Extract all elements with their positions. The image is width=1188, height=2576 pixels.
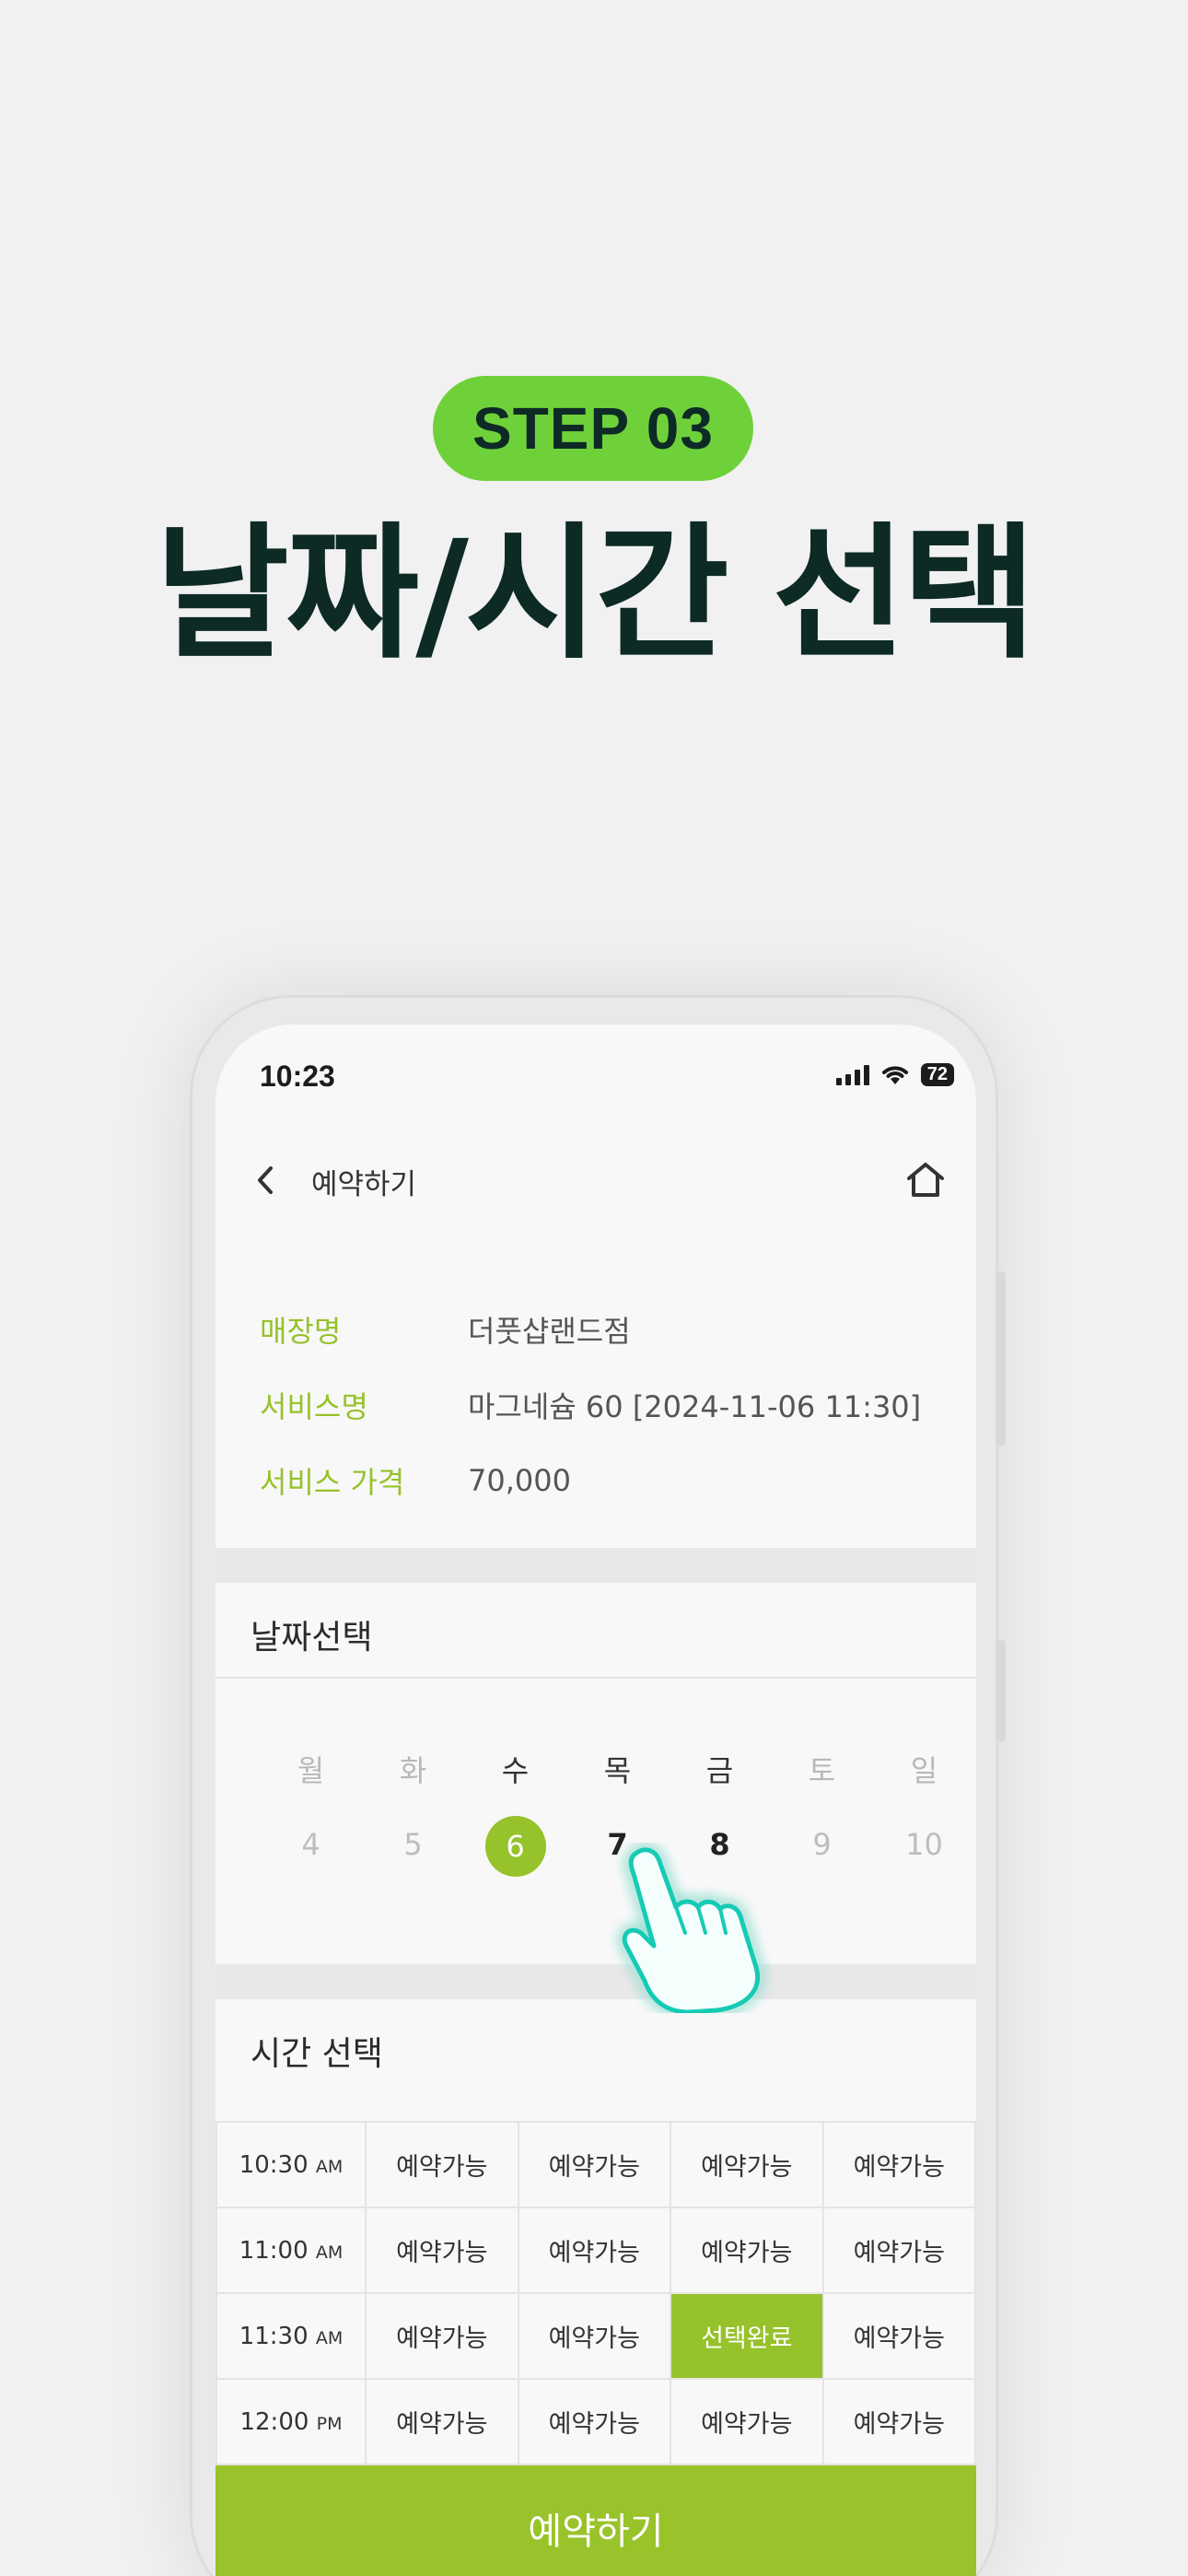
time-ampm: PM [316,2413,343,2434]
wifi-icon [881,1065,908,1084]
phone-side-button [996,1271,1006,1446]
section-divider [215,1548,976,1583]
time-ampm: AM [315,2242,344,2263]
time-slot[interactable]: 예약가능 [365,2207,519,2294]
time-slot[interactable]: 예약가능 [821,2378,976,2465]
info-label: 매장명 [260,1314,342,1349]
time-ampm: AM [315,2327,344,2348]
time-slot-selected[interactable]: 선택완료 [670,2292,824,2380]
signal-icon [835,1064,869,1085]
info-value: 더풋샵랜드점 [468,1314,631,1349]
time-row: 10:30 AM 예약가능 예약가능 예약가능 예약가능 [215,2121,976,2208]
pointing-hand-icon [622,1847,761,2013]
weekday-label: 금 [705,1753,734,1788]
time-value: 10:30 [239,2150,309,2179]
info-label: 서비스명 [260,1389,368,1424]
time-slot[interactable]: 예약가능 [365,2378,519,2465]
info-label: 서비스 가격 [260,1465,405,1500]
weekday-label: 일 [910,1753,938,1788]
status-time: 10:23 [260,1060,335,1093]
date-cell-selected[interactable]: 6 [464,1808,566,1881]
time-label: 12:00 PM [215,2378,367,2465]
nav-bar: 예약하기 [215,1142,976,1222]
reservation-info: 매장명 더풋샵랜드점 서비스명 마그네슘 60 [2024-11-06 11:3… [260,1292,921,1518]
nav-title: 예약하기 [311,1168,417,1201]
time-label: 10:30 AM [215,2121,367,2208]
chevron-left-icon[interactable] [243,1157,289,1203]
time-value: 11:00 [239,2236,309,2265]
battery-icon: 72 [920,1063,954,1086]
info-row-service: 서비스명 마그네슘 60 [2024-11-06 11:30] [260,1367,921,1443]
weekday-label: 목 [603,1753,632,1788]
time-slot-table: 10:30 AM 예약가능 예약가능 예약가능 예약가능 11:00 AM 예약… [215,2121,976,2465]
time-slot[interactable]: 예약가능 [821,2292,976,2380]
time-slot[interactable]: 예약가능 [670,2121,824,2208]
time-slot[interactable]: 예약가능 [670,2207,824,2294]
time-value: 11:30 [239,2322,309,2350]
time-row: 12:00 PM 예약가능 예약가능 예약가능 예약가능 [215,2378,976,2465]
time-slot[interactable]: 예약가능 [517,2292,671,2380]
step-badge: STEP 03 [433,376,753,481]
info-row-store: 매장명 더풋샵랜드점 [260,1292,921,1367]
divider [215,1677,976,1679]
time-slot[interactable]: 예약가능 [517,2207,671,2294]
weekday-label: 월 [297,1753,325,1788]
time-ampm: AM [315,2156,344,2177]
time-slot[interactable]: 예약가능 [670,2378,824,2465]
weekday-row: 월 화 수 목 금 토 일 [260,1734,976,1808]
time-label: 11:30 AM [215,2292,367,2380]
time-row: 11:30 AM 예약가능 예약가능 선택완료 예약가능 [215,2292,976,2380]
date-cell: 4 [301,1827,320,1862]
time-value: 12:00 [239,2407,309,2436]
info-row-price: 서비스 가격 70,000 [260,1443,921,1518]
date-cell: 10 [905,1827,943,1862]
status-icons: 72 [835,1063,954,1086]
time-slot[interactable]: 예약가능 [517,2378,671,2465]
time-slot[interactable]: 예약가능 [821,2207,976,2294]
time-section-title: 시간 선택 [250,2035,383,2073]
home-icon[interactable] [901,1155,950,1205]
time-slot[interactable]: 예약가능 [517,2121,671,2208]
info-value: 70,000 [468,1463,571,1498]
selected-date: 6 [484,1816,546,1877]
promo-headline: 날짜/시간 선택 [155,509,1037,679]
date-cell: 5 [403,1827,423,1862]
time-row: 11:00 AM 예약가능 예약가능 예약가능 예약가능 [215,2207,976,2294]
book-button[interactable]: 예약하기 [215,2465,976,2576]
section-divider [215,1964,976,1999]
time-slot[interactable]: 예약가능 [821,2121,976,2208]
info-value: 마그네슘 60 [2024-11-06 11:30] [468,1389,922,1424]
date-section-title: 날짜선택 [250,1619,373,1657]
time-slot[interactable]: 예약가능 [365,2121,519,2208]
weekday-label: 수 [501,1753,530,1788]
weekday-label: 토 [808,1753,836,1788]
weekday-label: 화 [399,1753,427,1788]
phone-side-button [996,1640,1006,1741]
time-slot[interactable]: 예약가능 [365,2292,519,2380]
phone-screen: 10:23 72 예약하기 매장명 더풋샵랜드점 서비스명 마그네슘 60 [2… [215,1025,976,2576]
time-label: 11:00 AM [215,2207,367,2294]
